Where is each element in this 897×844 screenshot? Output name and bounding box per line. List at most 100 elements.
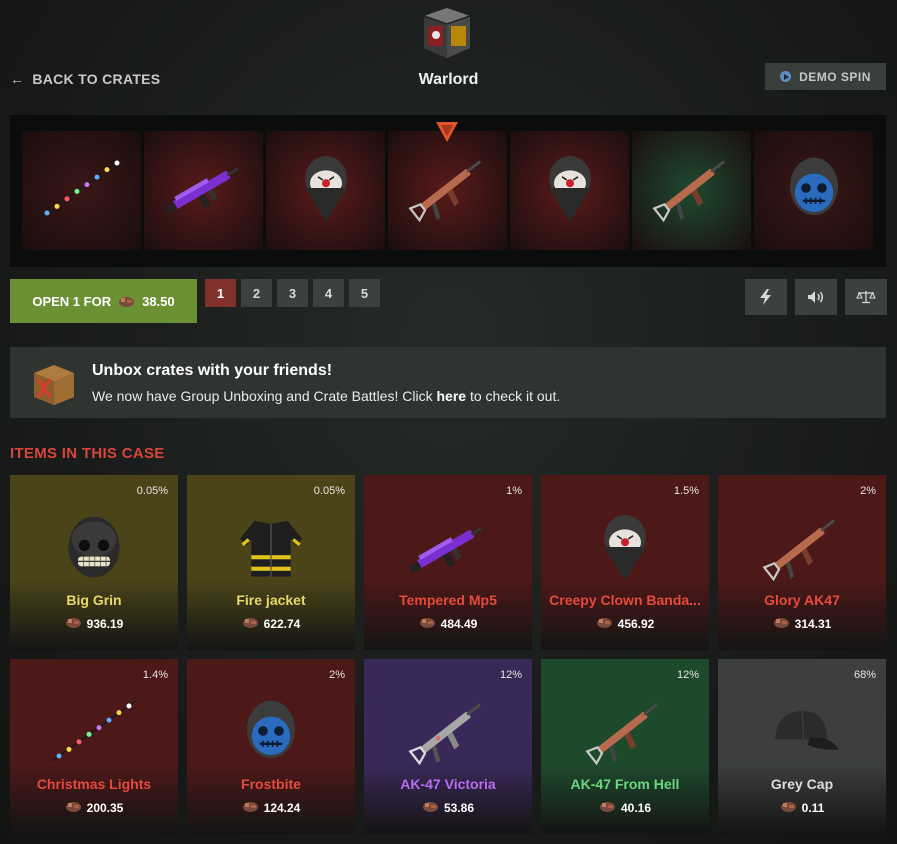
quantity-3-button[interactable]: 3 (277, 279, 308, 307)
scrap-icon (599, 800, 616, 816)
scrap-icon (596, 616, 613, 632)
open-crate-button[interactable]: OPEN 1 FOR 38.50 (10, 279, 197, 323)
crate-box-icon (34, 364, 74, 405)
spinner-marker-icon (436, 122, 458, 142)
item-price: 622.74 (187, 616, 355, 632)
spinner-slot (22, 131, 141, 250)
item-name: Tempered Mp5 (399, 592, 497, 608)
item-price: 314.31 (718, 616, 886, 632)
spinner-slot (388, 131, 507, 250)
item-name: Glory AK47 (764, 592, 840, 608)
item-price-value: 314.31 (794, 617, 832, 631)
play-icon (780, 71, 792, 82)
group-unboxing-banner: Unbox crates with your friends! We now h… (10, 347, 886, 418)
item-price-value: 936.19 (86, 617, 124, 631)
item-card[interactable]: 2% Glory AK47 314.31 (718, 475, 886, 650)
mp5-icon (388, 497, 508, 597)
scrap-icon (65, 800, 82, 816)
item-card[interactable]: 0.05% Big Grin 936.19 (10, 475, 178, 650)
item-drop-chance: 1.5% (673, 485, 699, 497)
scrap-icon (242, 616, 259, 632)
item-drop-chance: 0.05% (136, 485, 168, 497)
banner-text: We now have Group Unboxing and Crate Bat… (92, 388, 560, 404)
spinner-slot (632, 131, 751, 250)
banner-title: Unbox crates with your friends! (92, 361, 333, 379)
demo-spin-button[interactable]: DEMO SPIN (765, 63, 886, 90)
item-drop-chance: 1.4% (142, 669, 168, 681)
item-name: Christmas Lights (36, 776, 152, 792)
scrap-icon (780, 800, 797, 816)
item-card[interactable]: 12% AK-47 Victoria 53.86 (364, 659, 532, 834)
clown-bandana-icon (530, 148, 610, 233)
item-card[interactable]: 1.5% Creepy Clown Banda... 456.92 (541, 475, 709, 650)
item-card[interactable]: 2% Frostbite 124.24 (187, 659, 355, 834)
banner-text-before: We now have Group Unboxing and Crate Bat… (92, 387, 433, 404)
item-price-value: 200.35 (86, 801, 124, 815)
scrap-icon (119, 296, 135, 307)
ak47-icon (742, 497, 862, 597)
banner-here-link[interactable]: here (436, 388, 466, 404)
top-bar: ← BACK TO CRATES Warlord DEMO SPIN (0, 0, 897, 110)
item-card[interactable]: 1.4% Christmas Lights 200.35 (10, 659, 178, 834)
scrap-icon (773, 616, 790, 632)
item-price: 484.49 (364, 616, 532, 632)
spinner-slot (510, 131, 629, 250)
ak47-icon (565, 681, 685, 781)
crate-title: Warlord (418, 71, 479, 88)
item-drop-chance: 12% (676, 669, 699, 681)
item-card[interactable]: 1% Tempered Mp5 484.49 (364, 475, 532, 650)
quantity-4-button[interactable]: 4 (313, 279, 344, 307)
fire-jacket-icon (211, 497, 331, 597)
item-drop-chance: 0.05% (313, 485, 345, 497)
item-price: 40.16 (541, 800, 709, 816)
scrap-icon (419, 616, 436, 632)
sound-toggle-button[interactable] (795, 279, 837, 315)
provably-fair-button[interactable] (845, 279, 887, 315)
item-price: 53.86 (364, 800, 532, 816)
ak47-victoria-icon (388, 681, 508, 781)
item-name: AK-47 Victoria (400, 776, 496, 792)
banner-text-after: to check it out. (469, 387, 561, 404)
ak47-icon (647, 151, 737, 231)
lights-icon (34, 681, 154, 781)
lights-icon (32, 146, 132, 235)
item-name: Fire jacket (236, 592, 306, 608)
item-price: 124.24 (187, 800, 355, 816)
spinner-slot (266, 131, 385, 250)
items-section-title: ITEMS IN THIS CASE (10, 445, 165, 462)
scrap-icon (242, 800, 259, 816)
item-card[interactable]: 0.05% Fire jacket 622.74 (187, 475, 355, 650)
clown-bandana-icon (286, 148, 366, 233)
item-price-value: 456.92 (617, 617, 655, 631)
item-card[interactable]: 12% AK-47 From Hell 40.16 (541, 659, 709, 834)
scales-icon (856, 291, 876, 304)
item-name: Grey Cap (770, 776, 834, 792)
item-price-value: 484.49 (440, 617, 478, 631)
quantity-1-button[interactable]: 1 (205, 279, 236, 307)
demo-spin-label: DEMO SPIN (799, 69, 871, 84)
crate-icon (423, 8, 471, 58)
quantity-2-button[interactable]: 2 (241, 279, 272, 307)
item-price: 936.19 (10, 616, 178, 632)
scrap-icon (422, 800, 439, 816)
fast-spin-button[interactable] (745, 279, 787, 315)
item-name: AK-47 From Hell (570, 776, 680, 792)
clown-bandana-icon (565, 497, 685, 597)
item-drop-chance: 68% (853, 669, 876, 681)
item-price: 200.35 (10, 800, 178, 816)
item-name: Big Grin (66, 592, 122, 608)
scrap-icon (65, 616, 82, 632)
spinner-slot (144, 131, 263, 250)
item-name: Creepy Clown Banda... (549, 592, 701, 608)
skull-mask-icon (774, 148, 854, 233)
skull-mask-icon (211, 681, 331, 781)
quantity-5-button[interactable]: 5 (349, 279, 380, 307)
open-label: OPEN 1 FOR (32, 293, 112, 309)
case-spinner (10, 115, 886, 267)
item-name: Frostbite (241, 776, 301, 792)
item-card[interactable]: 68% Grey Cap 0.11 (718, 659, 886, 834)
item-price-value: 53.86 (443, 801, 475, 815)
mp5-icon (159, 151, 249, 231)
cap-icon (742, 681, 862, 781)
item-price-value: 622.74 (263, 617, 301, 631)
